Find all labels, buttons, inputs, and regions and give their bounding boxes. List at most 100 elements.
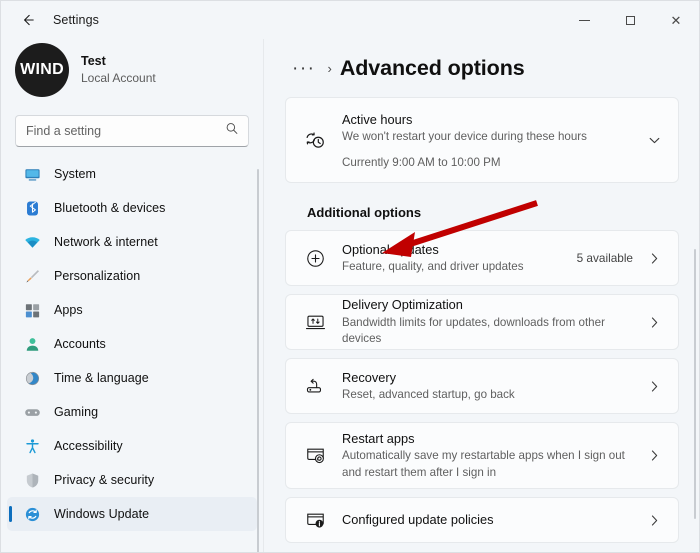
breadcrumb-separator-icon: › (327, 60, 332, 76)
account-text: Test Local Account (81, 54, 156, 86)
recovery-subtitle: Reset, advanced startup, go back (342, 387, 515, 401)
restart-apps-icon (300, 445, 330, 466)
optional-updates-body: Optional updates Feature, quality, and d… (342, 241, 565, 276)
sidebar-item-accounts[interactable]: Accounts (7, 327, 257, 361)
maximize-icon (625, 15, 635, 25)
sidebar-item-windows-update[interactable]: Windows Update (7, 497, 257, 531)
cards-container: Active hours We won't restart your devic… (264, 97, 699, 543)
sidebar-item-label: Gaming (54, 405, 99, 419)
recovery-title: Recovery (342, 369, 397, 385)
search-box[interactable] (15, 115, 249, 147)
recovery-body: Recovery Reset, advanced startup, go bac… (342, 369, 635, 404)
sidebar-scrollbar[interactable] (257, 169, 259, 552)
configured-update-policies-card[interactable]: Configured update policies (285, 497, 679, 543)
sidebar-item-apps[interactable]: Apps (7, 293, 257, 327)
sidebar-item-label: Accounts (54, 337, 106, 351)
chevron-right-icon[interactable] (647, 448, 662, 463)
minimize-icon (578, 19, 590, 21)
sidebar-item-privacy-security[interactable]: Privacy & security (7, 463, 257, 497)
update-icon (23, 505, 41, 523)
section-title-additional-options: Additional options (307, 205, 422, 220)
restart-apps-title: Restart apps (342, 430, 415, 446)
delivery-optimization-right (647, 315, 662, 330)
restart-apps-subtitle: Automatically save my restartable apps w… (342, 449, 625, 479)
minimize-button[interactable] (561, 1, 607, 39)
monitor-icon (23, 165, 41, 183)
optional-updates-title: Optional updates (342, 241, 439, 257)
recovery-right (647, 379, 662, 394)
active-hours-icon (300, 129, 330, 151)
chevron-right-icon[interactable] (647, 379, 662, 394)
sidebar-item-label: Apps (54, 303, 83, 317)
active-hours-detail: Currently 9:00 AM to 10:00 PM (342, 155, 501, 169)
globe-clock-icon (23, 369, 41, 387)
search-input[interactable] (16, 116, 248, 146)
delivery-optimization-subtitle: Bandwidth limits for updates, downloads … (342, 315, 605, 346)
back-arrow-icon (20, 12, 36, 28)
optional-updates-card[interactable]: Optional updates Feature, quality, and d… (285, 230, 679, 286)
avatar: WIND (15, 43, 69, 97)
sidebar-item-label: Personalization (54, 269, 141, 283)
bluetooth-icon (23, 199, 41, 217)
delivery-optimization-body: Delivery Optimization Bandwidth limits f… (342, 296, 635, 347)
settings-window: Settings ✕ WIND Test Local Account Find … (0, 0, 700, 553)
delivery-optimization-icon (300, 312, 330, 333)
person-icon (23, 335, 41, 353)
content-scrollbar[interactable] (694, 249, 696, 519)
sidebar-item-personalization[interactable]: Personalization (7, 259, 257, 293)
gamepad-icon (23, 403, 41, 421)
sidebar-item-bluetooth-devices[interactable]: Bluetooth & devices (7, 191, 257, 225)
window-controls: ✕ (561, 1, 699, 39)
delivery-optimization-card[interactable]: Delivery Optimization Bandwidth limits f… (285, 294, 679, 350)
shield-icon (23, 471, 41, 489)
breadcrumb-overflow-button[interactable]: ··· (286, 57, 321, 80)
restart-apps-card[interactable]: Restart apps Automatically save my resta… (285, 422, 679, 489)
maximize-button[interactable] (607, 1, 653, 39)
brush-icon (23, 267, 41, 285)
account-block[interactable]: WIND Test Local Account (1, 39, 263, 101)
active-hours-right (647, 133, 662, 148)
sidebar-item-system[interactable]: System (7, 157, 257, 191)
chevron-right-icon[interactable] (647, 251, 662, 266)
accessibility-icon (23, 437, 41, 455)
back-button[interactable] (11, 4, 45, 36)
active-hours-subtitle: We won't restart your device during thes… (342, 130, 587, 144)
plus-circle-icon (300, 248, 330, 269)
sidebar-item-label: Windows Update (54, 507, 150, 521)
update-policies-icon (300, 510, 330, 531)
restart-apps-body: Restart apps Automatically save my resta… (342, 430, 635, 481)
sidebar: WIND Test Local Account Find a setting S… (1, 39, 263, 552)
configured-update-policies-body: Configured update policies (342, 511, 635, 528)
chevron-right-icon[interactable] (647, 315, 662, 330)
recovery-card[interactable]: Recovery Reset, advanced startup, go bac… (285, 358, 679, 414)
account-subtitle: Local Account (81, 70, 156, 85)
chevron-right-icon[interactable] (647, 513, 662, 528)
breadcrumb: ··· › Advanced options (264, 39, 699, 97)
sidebar-item-label: Accessibility (54, 439, 123, 453)
apps-icon (23, 301, 41, 319)
close-button[interactable]: ✕ (653, 1, 699, 39)
optional-updates-subtitle: Feature, quality, and driver updates (342, 259, 524, 273)
window-title: Settings (53, 13, 99, 27)
restart-apps-right (647, 448, 662, 463)
account-name: Test (81, 54, 106, 69)
sidebar-item-label: System (54, 167, 96, 181)
optional-updates-right: 5 available (577, 251, 662, 266)
sidebar-item-accessibility[interactable]: Accessibility (7, 429, 257, 463)
active-hours-card[interactable]: Active hours We won't restart your devic… (285, 97, 679, 183)
sidebar-item-gaming[interactable]: Gaming (7, 395, 257, 429)
title-bar: Settings ✕ (1, 1, 699, 39)
navigation-list: System Bluetooth & devices Network & int… (1, 157, 263, 531)
sidebar-item-label: Network & internet (54, 235, 158, 249)
sidebar-item-label: Time & language (54, 371, 149, 385)
chevron-down-icon[interactable] (647, 133, 662, 148)
sidebar-item-time-language[interactable]: Time & language (7, 361, 257, 395)
sidebar-item-label: Bluetooth & devices (54, 201, 166, 215)
configured-update-policies-right (647, 513, 662, 528)
sidebar-item-network-internet[interactable]: Network & internet (7, 225, 257, 259)
search-wrap (1, 101, 263, 147)
content-area: ··· › Advanced options Active hours We w… (264, 39, 699, 552)
close-icon: ✕ (670, 12, 682, 28)
page-title: Advanced options (339, 55, 525, 80)
recovery-icon (300, 376, 330, 397)
